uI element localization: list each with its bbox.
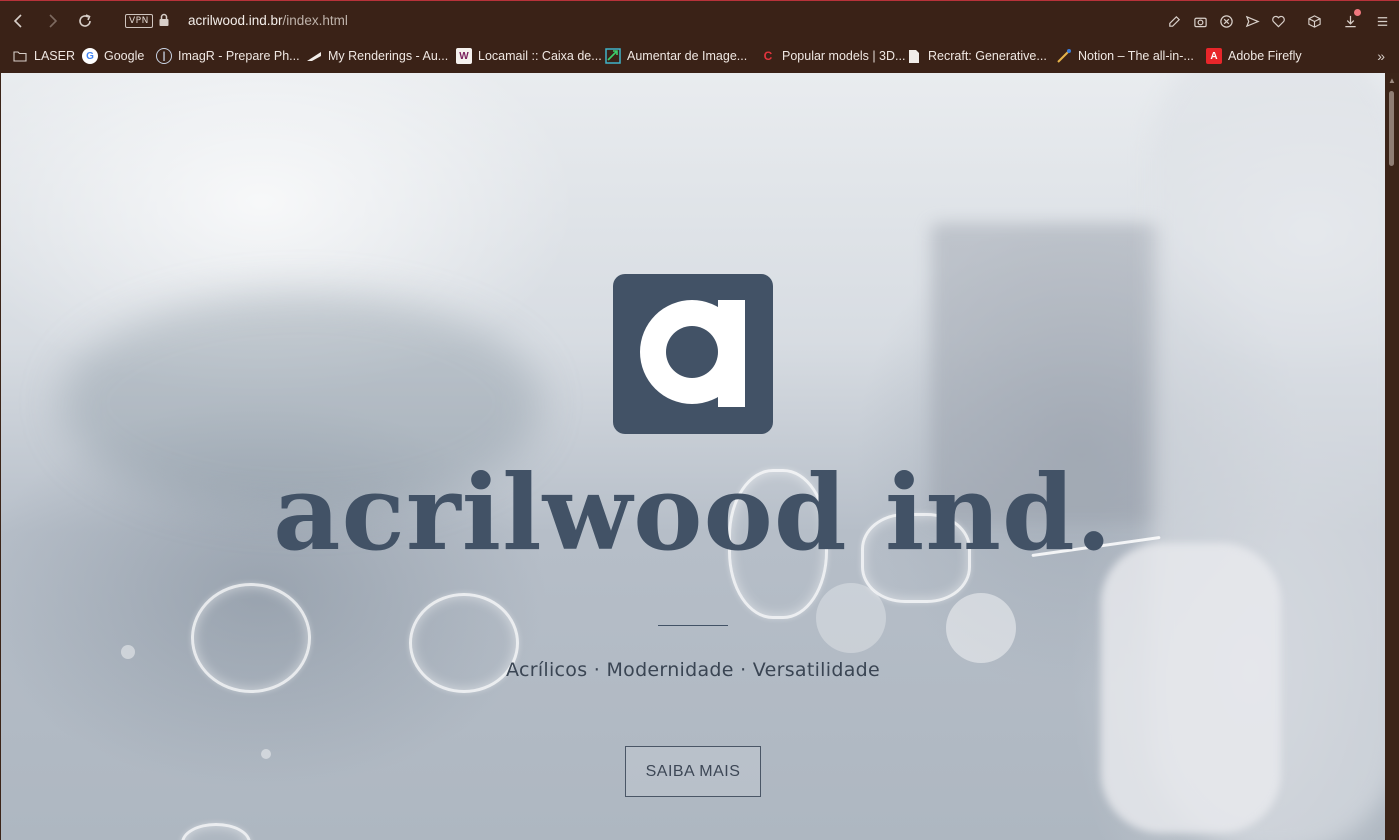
more-bookmarks-icon[interactable]: »	[1377, 48, 1385, 64]
bookmark-label: Adobe Firefly	[1228, 49, 1302, 63]
forward-icon[interactable]	[41, 10, 63, 32]
bookmark-label: Locamail :: Caixa de...	[478, 49, 602, 63]
upscale-icon	[605, 48, 621, 64]
logo-a-icon	[640, 300, 745, 407]
lock-icon[interactable]	[158, 13, 170, 27]
bookmark-label: ImagR - Prepare Ph...	[178, 49, 300, 63]
heart-icon[interactable]	[1269, 10, 1287, 32]
folder-icon	[12, 48, 28, 64]
bookmark-imagr[interactable]: | ImagR - Prepare Ph...	[156, 46, 300, 66]
imagr-icon: |	[156, 48, 172, 64]
bookmark-locamail[interactable]: W Locamail :: Caixa de...	[456, 46, 602, 66]
url-host: acrilwood.ind.br	[188, 13, 283, 28]
saiba-mais-button[interactable]: SAIBA MAIS	[625, 746, 761, 797]
send-icon[interactable]	[1243, 10, 1261, 32]
menu-icon[interactable]	[1373, 10, 1391, 32]
c-icon: C	[763, 49, 773, 63]
locamail-icon: W	[456, 48, 472, 64]
notion-icon	[1056, 48, 1072, 64]
address-bar[interactable]: acrilwood.ind.br/index.html	[188, 13, 348, 28]
camera-icon[interactable]	[1191, 10, 1209, 32]
edit-icon[interactable]	[1165, 10, 1183, 32]
hero-section: acrilwood ind. Acrílicos · Modernidade ·…	[1, 73, 1385, 840]
brand-title: acrilwood ind.	[273, 451, 1113, 574]
scroll-up-icon[interactable]: ▲	[1388, 76, 1396, 85]
cube-icon[interactable]	[1305, 10, 1323, 32]
back-icon[interactable]	[8, 10, 30, 32]
notification-dot	[1354, 9, 1361, 16]
toolbar-icons	[1165, 9, 1391, 32]
bookmark-label: Popular models | 3D...	[782, 49, 906, 63]
url-path: /index.html	[282, 13, 348, 28]
bookmark-label: Recraft: Generative...	[928, 49, 1047, 63]
close-circle-icon[interactable]	[1217, 10, 1235, 32]
adobe-icon: A	[1206, 48, 1222, 64]
bookmark-label: My Renderings - Au...	[328, 49, 449, 63]
renderings-icon	[306, 48, 322, 64]
bookmark-adobe-firefly[interactable]: A Adobe Firefly	[1206, 46, 1302, 66]
bookmark-label: Google	[104, 49, 145, 63]
bookmarks-bar: LASER G Google | ImagR - Prepare Ph... M…	[0, 40, 1399, 73]
bookmark-label: Aumentar de Image...	[627, 49, 748, 63]
bookmark-label: Notion – The all-in-...	[1078, 49, 1194, 63]
bookmark-renderings[interactable]: My Renderings - Au...	[306, 46, 448, 66]
scroll-thumb[interactable]	[1389, 91, 1394, 166]
bookmark-notion[interactable]: Notion – The all-in-...	[1056, 46, 1194, 66]
bookmark-upscale[interactable]: Aumentar de Image...	[605, 46, 747, 66]
vpn-badge[interactable]: VPN	[125, 14, 153, 28]
document-icon	[906, 48, 922, 64]
browser-toolbar: VPN acrilwood.ind.br/index.html	[0, 0, 1399, 40]
bookmark-google[interactable]: G Google	[82, 46, 144, 66]
reload-icon[interactable]	[74, 10, 96, 32]
bookmark-label: LASER	[34, 49, 75, 63]
scrollbar[interactable]: ▲	[1385, 73, 1399, 840]
brand-logo	[613, 274, 773, 434]
divider	[658, 625, 728, 626]
bookmark-laser[interactable]: LASER	[12, 46, 75, 66]
bookmark-recraft[interactable]: Recraft: Generative...	[906, 46, 1047, 66]
download-icon[interactable]	[1341, 9, 1361, 32]
tagline: Acrílicos · Modernidade · Versatilidade	[506, 659, 880, 681]
bookmark-popular-models[interactable]: C Popular models | 3D...	[760, 46, 906, 66]
google-icon: G	[82, 48, 98, 64]
